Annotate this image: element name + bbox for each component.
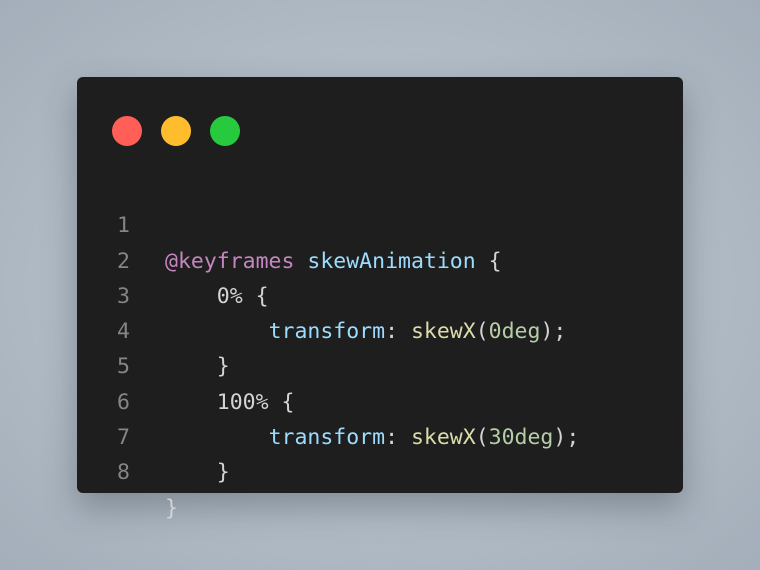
close-brace: } bbox=[165, 495, 178, 521]
code-window: 1 @keyframes skewAnimation { 2 0% { 3 tr… bbox=[77, 77, 683, 521]
code-line: 5 100% { bbox=[77, 314, 683, 414]
code-line: 4 } bbox=[77, 279, 683, 379]
line-source: } bbox=[165, 455, 230, 490]
close-brace: } bbox=[216, 460, 230, 486]
code-line: 1 @keyframes skewAnimation { bbox=[77, 173, 683, 273]
minimize-dot-icon[interactable] bbox=[161, 116, 191, 146]
code-line: 7 } bbox=[77, 385, 683, 485]
close-dot-icon[interactable] bbox=[112, 116, 142, 146]
line-number: 8 bbox=[117, 460, 130, 486]
maximize-dot-icon[interactable] bbox=[210, 116, 240, 146]
line-source: } bbox=[165, 491, 178, 526]
code-block: 1 @keyframes skewAnimation { 2 0% { 3 tr… bbox=[77, 173, 683, 520]
code-line: 6 transform: skewX(30deg); bbox=[77, 349, 683, 450]
code-line: 8 } bbox=[77, 420, 683, 520]
code-line: 3 transform: skewX(0deg); bbox=[77, 244, 683, 344]
code-line: 2 0% { bbox=[77, 208, 683, 309]
